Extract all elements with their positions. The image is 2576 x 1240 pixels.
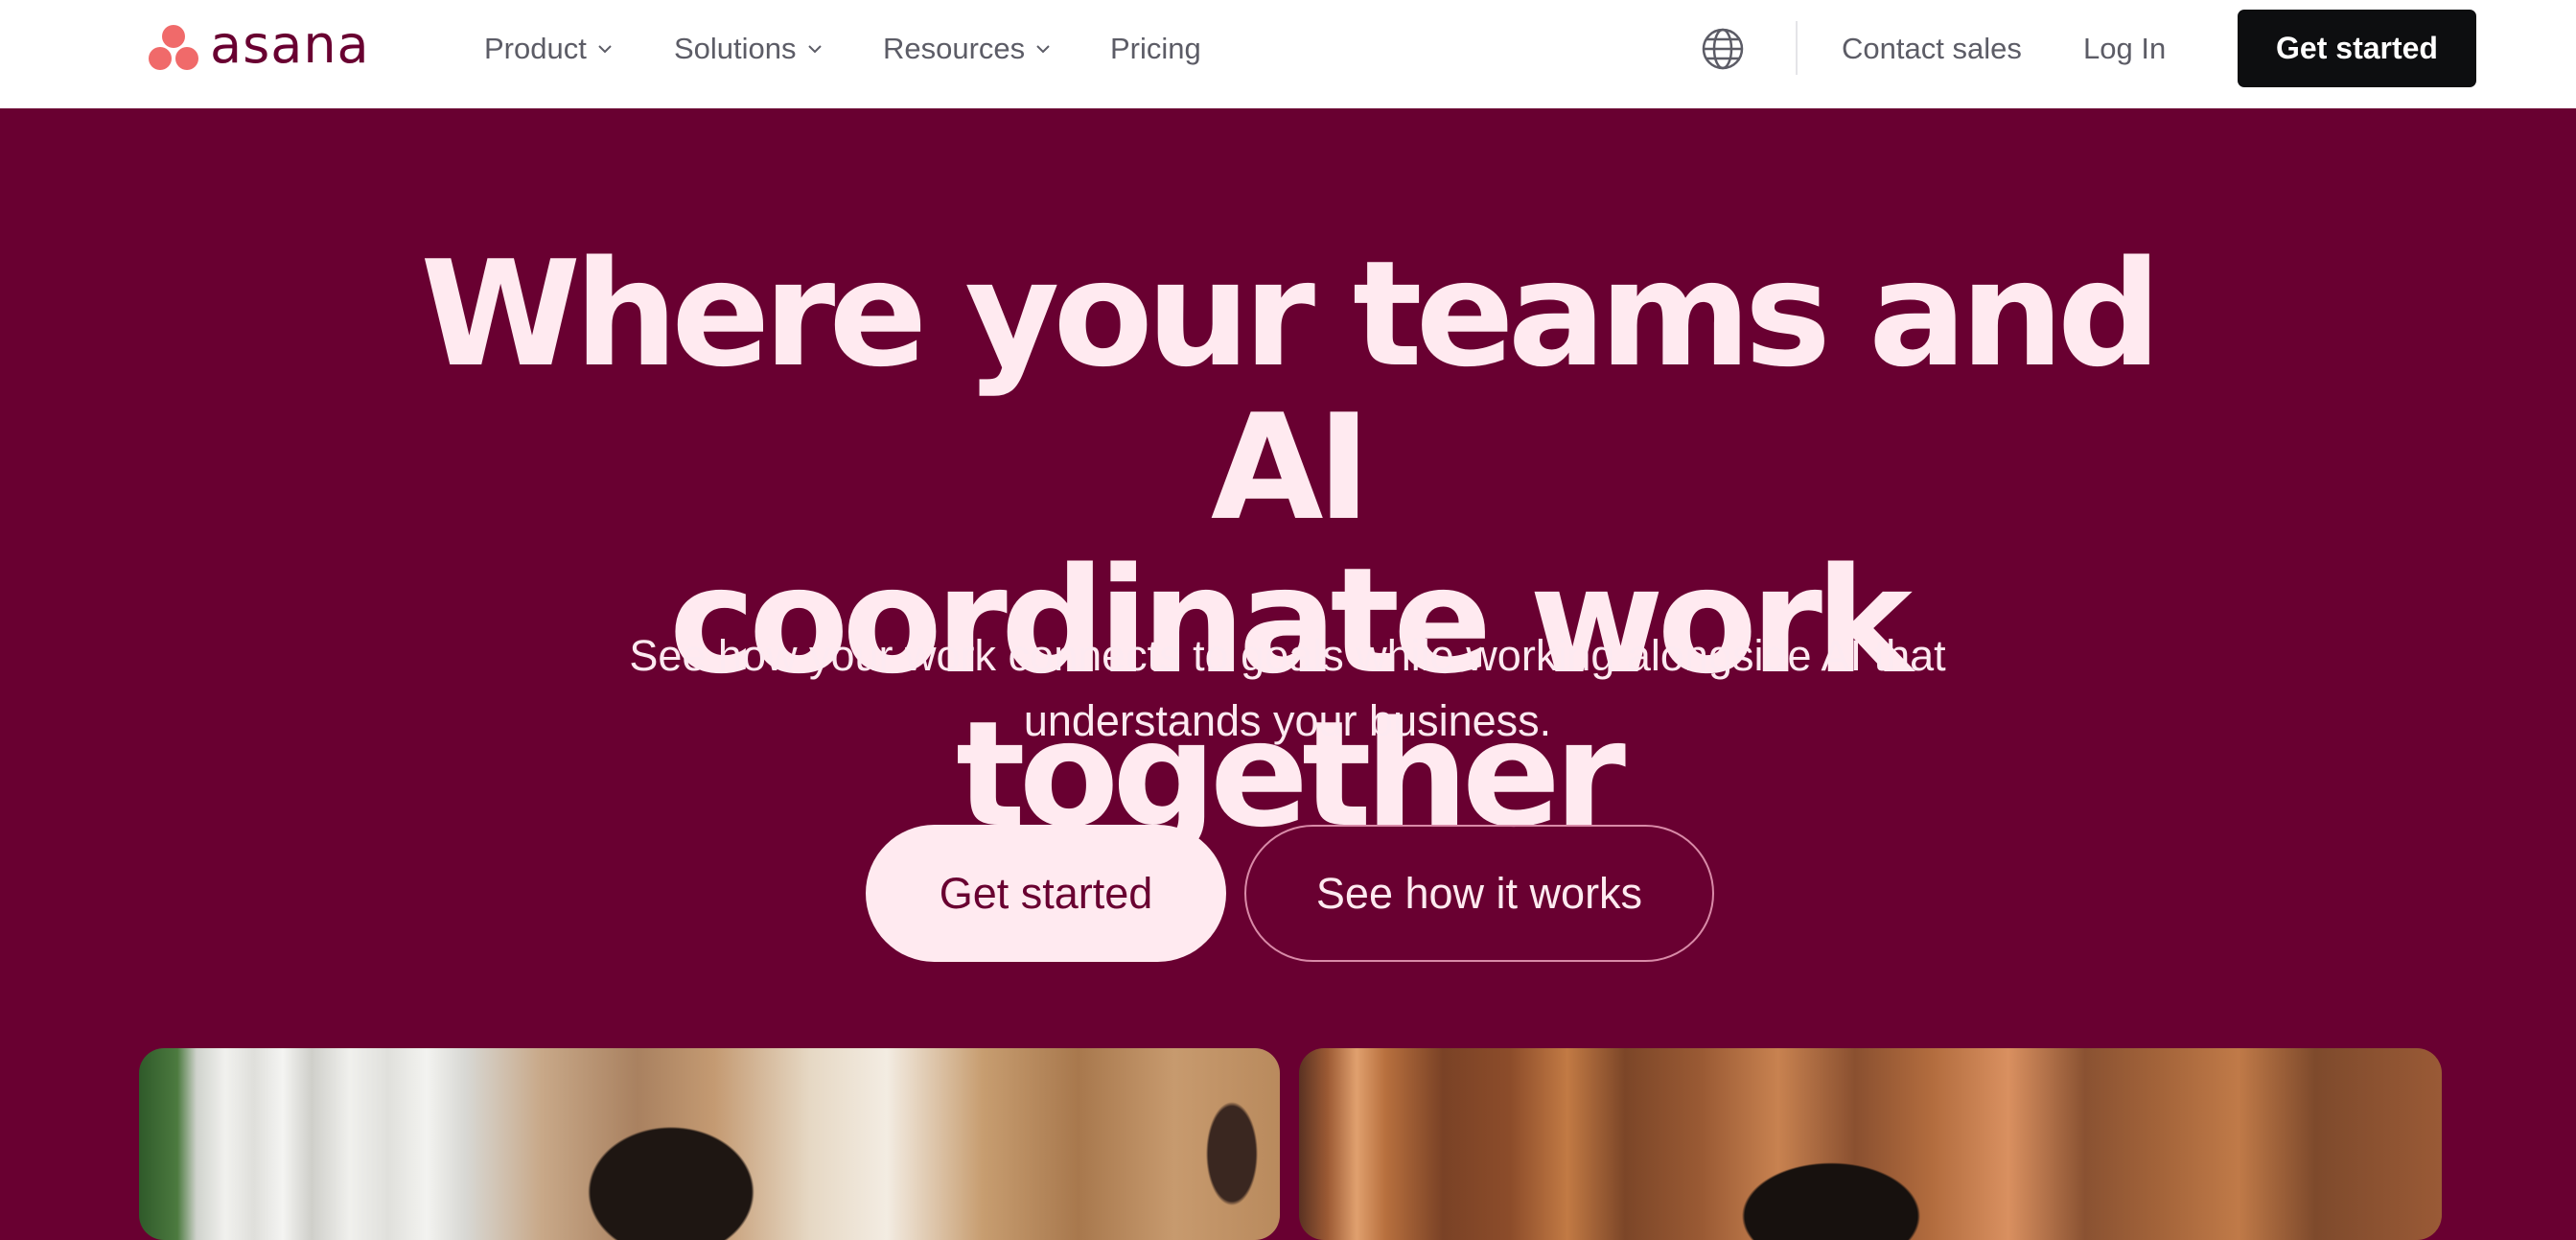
asana-logo[interactable]: asana <box>147 14 396 75</box>
nav-item-solutions[interactable]: Solutions <box>674 29 824 69</box>
see-how-it-works-button[interactable]: See how it works <box>1244 825 1714 962</box>
hero-photo-left <box>139 1048 1280 1240</box>
hero-subtitle-line-1: See how your work connects to goals whil… <box>629 631 1946 680</box>
nav-item-resources[interactable]: Resources <box>883 29 1052 69</box>
globe-icon[interactable] <box>1700 26 1746 72</box>
brand-name: asana <box>210 14 370 75</box>
nav-item-label: Solutions <box>674 32 797 65</box>
hero-subtitle-line-2: understands your business. <box>1023 696 1552 745</box>
nav-divider <box>1796 21 1798 75</box>
login-link[interactable]: Log In <box>2083 29 2166 69</box>
hero-title-line-1: Where your teams and AI <box>420 229 2161 552</box>
login-label: Log In <box>2083 32 2167 65</box>
chevron-down-icon <box>596 40 614 58</box>
nav-item-label: Pricing <box>1110 32 1201 65</box>
hero-title: Where your teams and AI coordinate work … <box>329 238 2246 852</box>
get-started-hero-button[interactable]: Get started <box>866 825 1226 962</box>
nav-item-label: Resources <box>883 32 1026 65</box>
hero-subtitle: See how your work connects to goals whil… <box>521 623 2054 754</box>
get-started-nav-button[interactable]: Get started <box>2238 10 2476 87</box>
nav-item-pricing[interactable]: Pricing <box>1110 29 1201 69</box>
nav-item-product[interactable]: Product <box>484 29 614 69</box>
chevron-down-icon <box>806 40 824 58</box>
asana-dots-icon <box>147 23 200 73</box>
contact-sales-link[interactable]: Contact sales <box>1842 29 2022 69</box>
hero-photo-right <box>1299 1048 2442 1240</box>
nav-item-label: Product <box>484 32 587 65</box>
contact-sales-label: Contact sales <box>1842 32 2022 65</box>
chevron-down-icon <box>1034 40 1052 58</box>
top-nav: asana Product Solutions Resources Pricin… <box>0 0 2576 108</box>
